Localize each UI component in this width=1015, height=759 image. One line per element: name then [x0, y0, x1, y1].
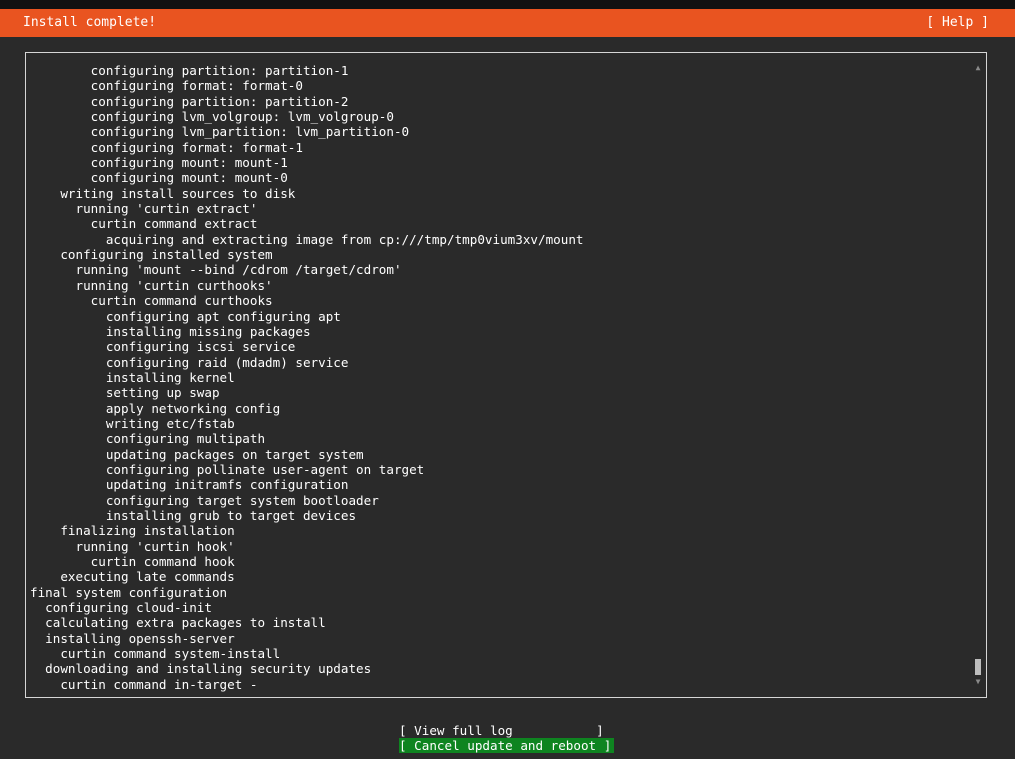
log-line: configuring installed system	[30, 247, 273, 263]
log-line: configuring lvm_volgroup: lvm_volgroup-0	[30, 109, 394, 125]
log-line: configuring mount: mount-0	[30, 170, 288, 186]
help-button[interactable]: [ Help ]	[926, 9, 989, 37]
log-line: configuring format: format-1	[30, 139, 303, 155]
log-line: acquiring and extracting image from cp:/…	[30, 231, 584, 247]
log-line: running 'mount --bind /cdrom /target/cdr…	[30, 262, 402, 278]
log-line: updating initramfs configuration	[30, 477, 349, 493]
log-line: finalizing installation	[30, 523, 235, 539]
log-line: curtin command hook	[30, 554, 235, 569]
log-line: configuring target system bootloader	[30, 492, 379, 508]
top-strip	[0, 0, 1015, 9]
log-line: installing grub to target devices	[30, 507, 357, 523]
log-line: installing openssh-server	[30, 630, 235, 646]
log-line: configuring apt configuring apt	[30, 308, 341, 324]
log-line: running 'curtin hook'	[30, 538, 235, 554]
log-line: writing install sources to disk	[30, 185, 296, 201]
log-line: configuring multipath	[30, 431, 266, 447]
install-log-panel[interactable]: configuring partition: partition-1 confi…	[25, 52, 987, 698]
install-log: configuring partition: partition-1 confi…	[30, 63, 966, 692]
cancel-update-and-reboot-button[interactable]: [ Cancel update and reboot ]	[399, 738, 614, 753]
log-line: configuring raid (mdadm) service	[30, 354, 349, 370]
log-line: configuring partition: partition-2	[30, 93, 349, 109]
log-line: configuring mount: mount-1	[30, 155, 288, 171]
scroll-down-icon[interactable]: ▼	[973, 677, 983, 687]
log-line: configuring lvm_partition: lvm_partition…	[30, 124, 410, 140]
log-line: apply networking config	[30, 400, 281, 416]
log-line: running 'curtin extract'	[30, 201, 258, 217]
log-line: installing missing packages	[30, 323, 311, 339]
log-line: calculating extra packages to install	[30, 615, 326, 631]
log-line: executing late commands	[30, 569, 235, 585]
scrollbar[interactable]: ▲ ▼	[973, 61, 983, 687]
log-line: setting up swap	[30, 385, 220, 401]
header-bar: Install complete! [ Help ]	[0, 9, 1015, 37]
log-line: curtin command in-target -	[30, 676, 258, 692]
log-line: configuring cloud-init	[30, 600, 212, 616]
log-line: configuring iscsi service	[30, 339, 296, 355]
view-full-log-button[interactable]: [ View full log ]	[399, 723, 614, 738]
log-line: configuring partition: partition-1	[30, 63, 349, 78]
log-line: curtin command extract	[30, 216, 258, 232]
log-line: writing etc/fstab	[30, 415, 235, 431]
scroll-up-icon[interactable]: ▲	[973, 63, 983, 73]
scrollbar-thumb[interactable]	[975, 659, 981, 675]
log-line: downloading and installing security upda…	[30, 661, 372, 677]
log-line: running 'curtin curthooks'	[30, 277, 273, 293]
log-line: configuring format: format-0	[30, 78, 303, 94]
page-title: Install complete!	[23, 15, 157, 30]
log-line: updating packages on target system	[30, 446, 364, 462]
log-line: configuring pollinate user-agent on targ…	[30, 461, 425, 477]
log-line: curtin command curthooks	[30, 293, 273, 309]
log-line: installing kernel	[30, 369, 235, 385]
log-line: final system configuration	[30, 584, 228, 600]
log-line: curtin command system-install	[30, 646, 281, 662]
